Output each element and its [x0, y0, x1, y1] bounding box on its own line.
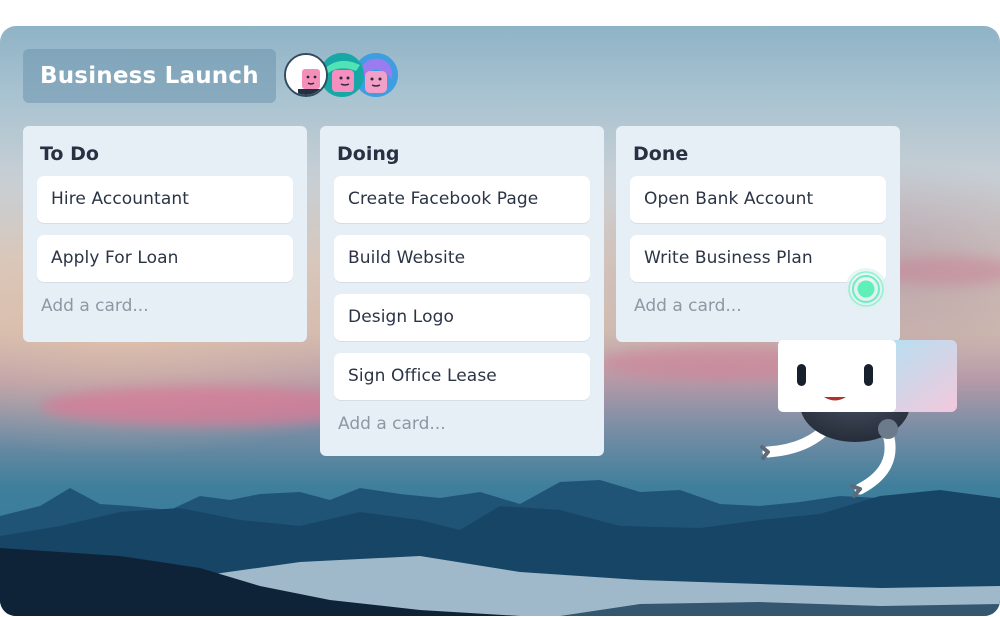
member-avatar[interactable]	[284, 53, 328, 97]
list-to-do: To Do Hire Accountant Apply For Loan Add…	[23, 126, 307, 342]
card[interactable]: Hire Accountant	[37, 176, 293, 223]
list-title[interactable]: Doing	[337, 142, 590, 166]
add-card-button[interactable]: Add a card...	[338, 409, 590, 439]
list-title[interactable]: To Do	[40, 142, 293, 166]
board-canvas: Business Launch To Do Hire Accountant Ap…	[0, 26, 1000, 616]
list-title[interactable]: Done	[633, 142, 886, 166]
card[interactable]: Sign Office Lease	[334, 353, 590, 400]
board-title[interactable]: Business Launch	[23, 49, 276, 103]
card[interactable]: Create Facebook Page	[334, 176, 590, 223]
card[interactable]: Build Website	[334, 235, 590, 282]
avatar-face-icon	[286, 55, 326, 95]
add-card-button[interactable]: Add a card...	[41, 291, 293, 321]
card[interactable]: Apply For Loan	[37, 235, 293, 282]
card[interactable]: Design Logo	[334, 294, 590, 341]
card[interactable]: Open Bank Account	[630, 176, 886, 223]
list-doing: Doing Create Facebook Page Build Website…	[320, 126, 604, 456]
robot-mascot	[760, 340, 957, 498]
